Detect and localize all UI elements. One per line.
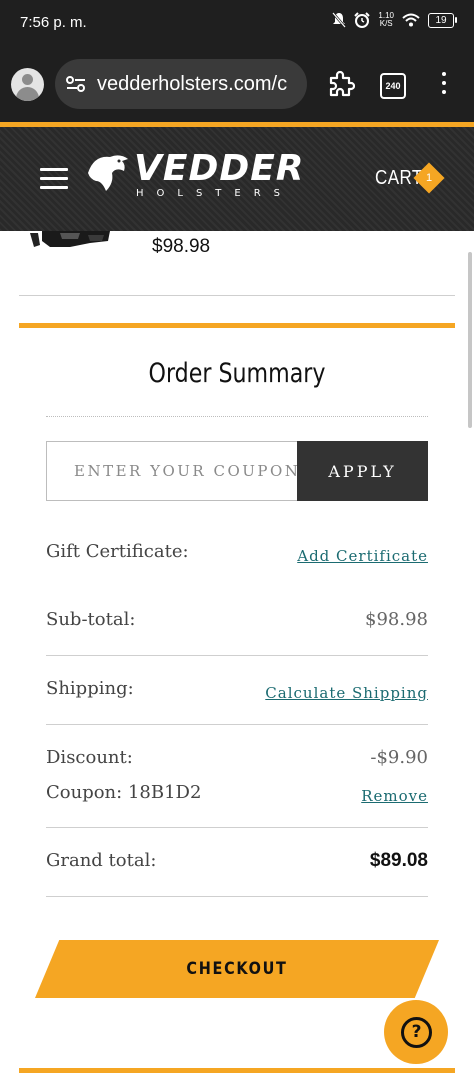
- cart-count[interactable]: 1: [418, 167, 440, 189]
- order-summary-title: Order Summary: [148, 358, 326, 389]
- coupon-code-input[interactable]: [46, 441, 297, 501]
- browser-toolbar: vedderholsters.com/c 240: [0, 46, 474, 122]
- browser-menu-icon[interactable]: [440, 72, 448, 99]
- grand-total-value: $89.08: [369, 850, 428, 871]
- tab-switcher-button[interactable]: 240: [380, 73, 406, 99]
- site-header: VEDDER HOLSTERS CART 1: [0, 127, 474, 231]
- site-settings-icon[interactable]: [65, 74, 87, 94]
- scrollbar[interactable]: [468, 252, 472, 428]
- gift-certificate-label: Gift Certificate:: [46, 541, 189, 562]
- row-divider: [46, 655, 428, 656]
- network-speed-unit: K/S: [379, 19, 393, 28]
- status-icons: 1.10 K/S 19: [332, 12, 457, 28]
- subtotal-value: $98.98: [365, 609, 428, 630]
- alarm-icon: [354, 12, 371, 28]
- checkout-button[interactable]: CHECKOUT: [35, 940, 439, 998]
- product-price: $98.98: [152, 236, 211, 257]
- apply-coupon-button[interactable]: APPLY: [297, 441, 428, 501]
- url-text[interactable]: vedderholsters.com/c: [97, 73, 303, 96]
- summary-bottom-border: [19, 1068, 455, 1073]
- subtotal-label: Sub-total:: [46, 609, 136, 630]
- status-bar: 7:56 p. m. 1.10 K/S 19: [0, 0, 474, 46]
- remove-coupon-link[interactable]: Remove: [361, 787, 428, 805]
- add-certificate-link[interactable]: Add Certificate: [297, 547, 428, 565]
- product-thumbnail[interactable]: [30, 231, 112, 249]
- logo-subtitle: HOLSTERS: [136, 188, 294, 199]
- divider: [19, 295, 455, 296]
- row-divider: [46, 724, 428, 725]
- profile-avatar[interactable]: [11, 68, 44, 101]
- dotted-divider: [46, 416, 428, 417]
- battery-icon: 19: [428, 12, 457, 28]
- discount-label: Discount:: [46, 747, 133, 768]
- status-time: 7:56 p. m.: [20, 14, 87, 31]
- grand-total-label: Grand total:: [46, 850, 157, 871]
- mute-bell-icon: [332, 12, 347, 28]
- hamburger-menu-icon[interactable]: [40, 168, 68, 195]
- discount-value: -$9.90: [370, 747, 428, 768]
- vedder-logo[interactable]: VEDDER HOLSTERS: [86, 147, 338, 211]
- row-divider: [46, 896, 428, 897]
- address-bar[interactable]: vedderholsters.com/c: [55, 59, 307, 109]
- shipping-label: Shipping:: [46, 678, 134, 699]
- eagle-logo-icon: [88, 155, 128, 191]
- calculate-shipping-link[interactable]: Calculate Shipping: [265, 684, 428, 702]
- help-button[interactable]: ?: [384, 1000, 448, 1064]
- logo-wordmark: VEDDER: [134, 148, 305, 189]
- network-speed: 1.10 K/S: [378, 12, 394, 28]
- checkout-label[interactable]: CHECKOUT: [65, 940, 408, 998]
- extensions-icon[interactable]: [327, 70, 355, 98]
- summary-top-border: [19, 323, 455, 328]
- battery-level: 19: [435, 14, 447, 26]
- help-icon[interactable]: ?: [401, 1017, 432, 1048]
- row-divider: [46, 827, 428, 828]
- coupon-applied-label: Coupon: 18B1D2: [46, 782, 202, 803]
- wifi-icon: [402, 13, 420, 27]
- tab-count: 240: [385, 81, 401, 91]
